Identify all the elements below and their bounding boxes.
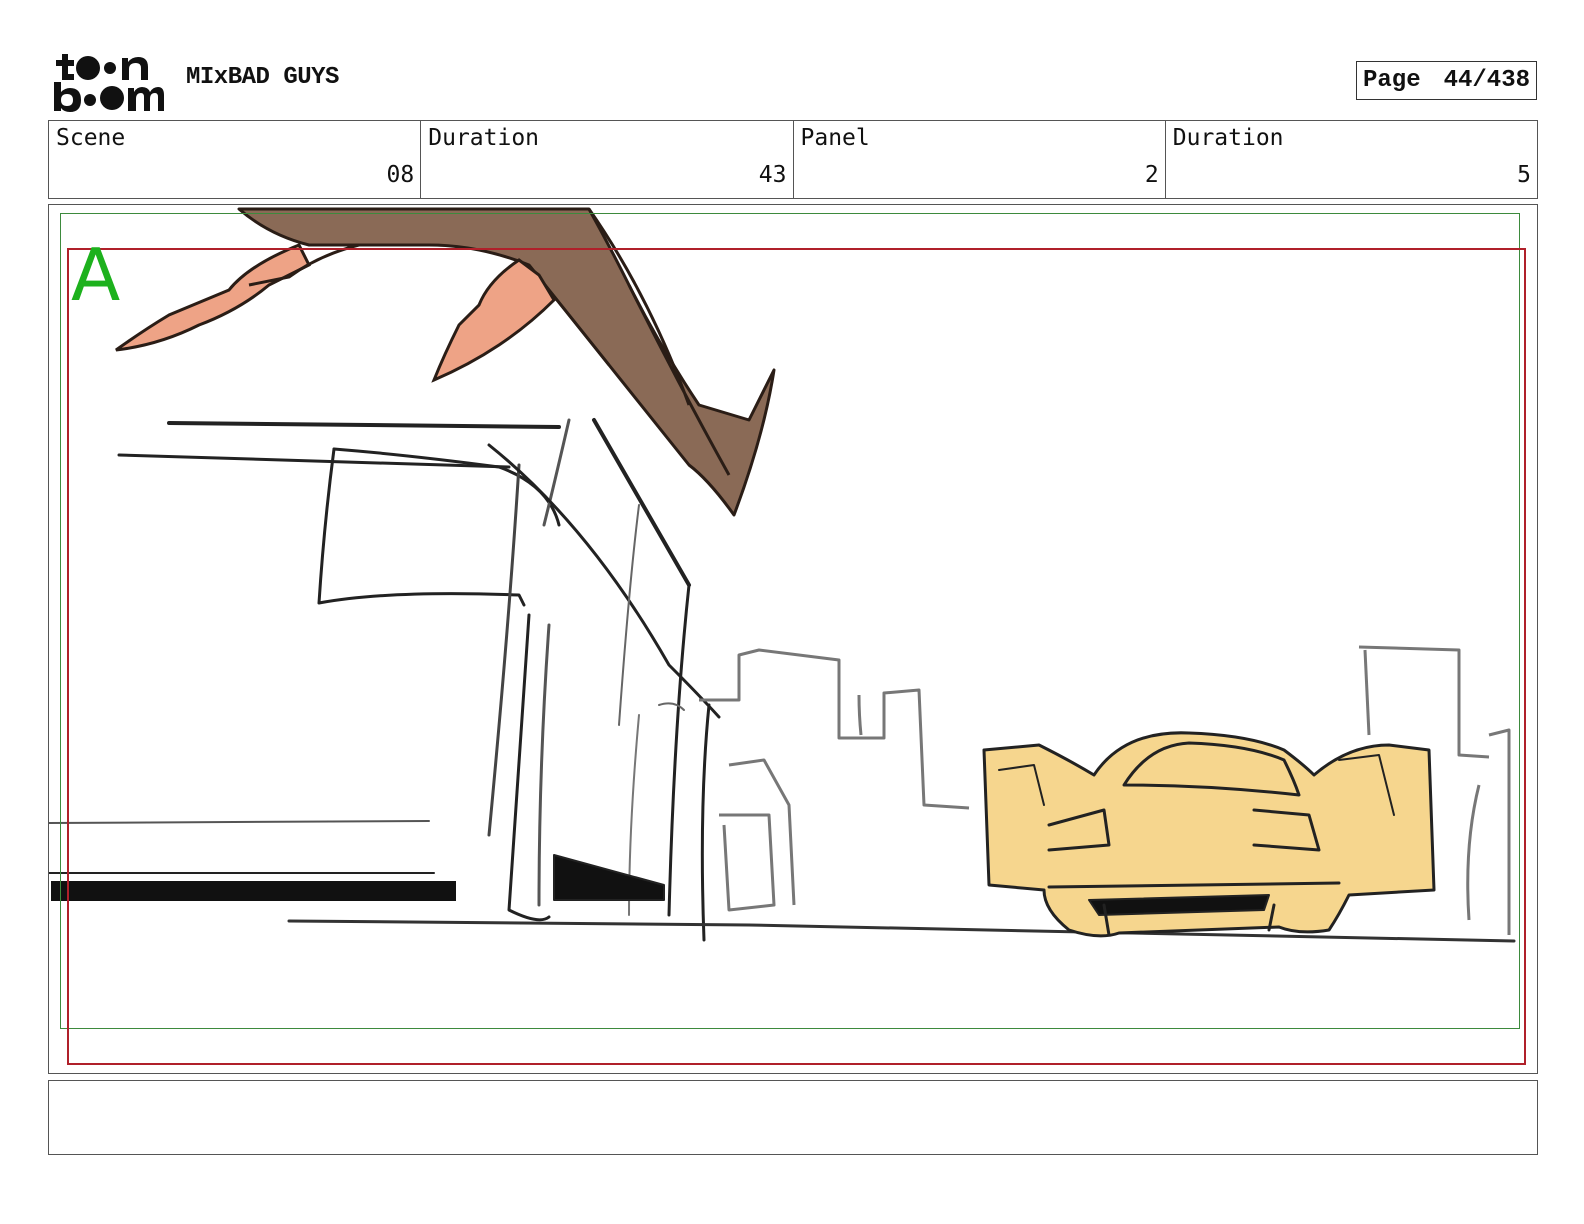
panel-value: 2 bbox=[1144, 162, 1159, 188]
panel-cell: Panel 2 bbox=[792, 121, 1165, 198]
page-label: Page bbox=[1363, 67, 1421, 94]
page-indicator: Page 44/438 bbox=[1356, 61, 1537, 100]
scene-value: 08 bbox=[386, 162, 415, 188]
scene-cell: Scene 08 bbox=[49, 121, 420, 198]
toon-boom-logo-icon bbox=[52, 50, 164, 112]
action-safe-frame bbox=[67, 248, 1526, 1065]
panel-duration-cell: Duration 5 bbox=[1164, 121, 1537, 198]
page-number: 44/438 bbox=[1443, 67, 1530, 94]
scene-duration-value: 43 bbox=[758, 162, 787, 188]
project-title: MIxBAD GUYS bbox=[186, 64, 339, 91]
panel-image-frame: A bbox=[48, 204, 1538, 1074]
scene-duration-label: Duration bbox=[428, 125, 540, 151]
panel-duration-label: Duration bbox=[1172, 125, 1284, 151]
panel-duration-value: 5 bbox=[1517, 162, 1531, 188]
scene-duration-cell: Duration 43 bbox=[420, 121, 792, 198]
scene-label: Scene bbox=[56, 125, 126, 151]
panel-notes-box bbox=[48, 1080, 1538, 1155]
panel-label: Panel bbox=[800, 125, 870, 151]
layer-letter: A bbox=[71, 233, 121, 317]
scene-info-row: Scene 08 Duration 43 Panel 2 Duration 5 bbox=[48, 120, 1538, 199]
